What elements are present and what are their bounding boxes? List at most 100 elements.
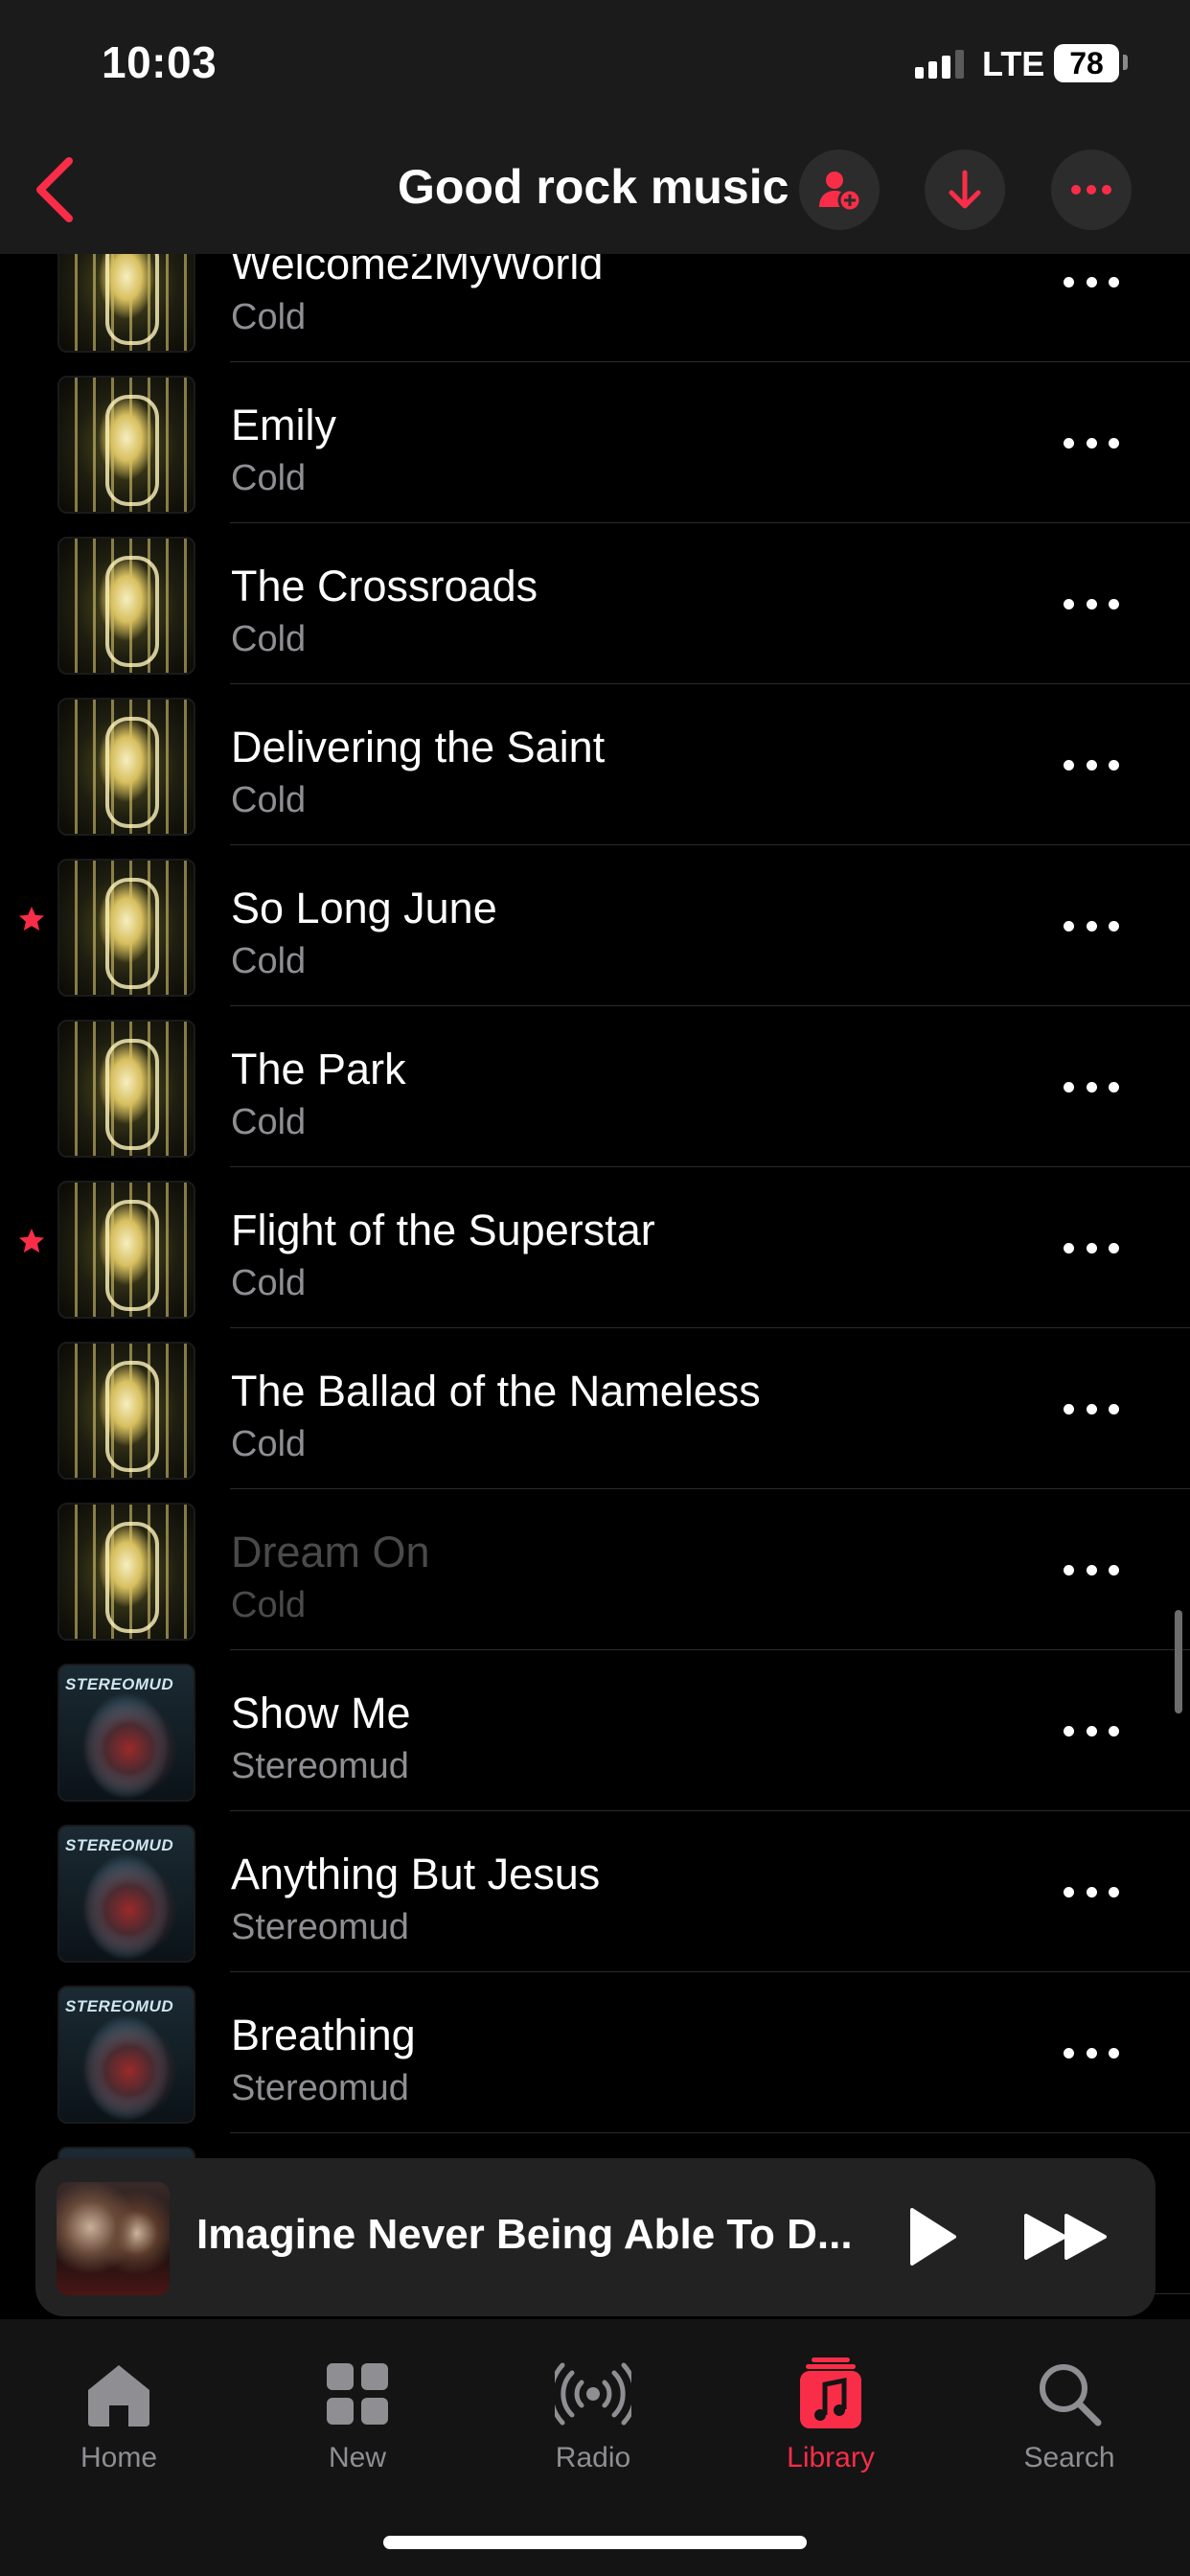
ellipsis-icon — [1109, 1403, 1119, 1414]
album-artwork-text: STEREOMUD — [65, 1675, 174, 1693]
tab-home[interactable]: Home — [23, 2356, 215, 2474]
house-icon — [88, 2365, 149, 2426]
track-list[interactable]: Welcome2MyWorld Cold Emily Cold The Crossroa… — [0, 201, 1190, 2294]
track-row[interactable]: STEREOMUD Show Me Stereomud — [0, 1650, 1190, 1811]
ellipsis-icon — [1086, 1081, 1097, 1092]
track-artist: Cold — [231, 1585, 307, 1625]
ellipsis-icon — [1064, 920, 1074, 932]
tab-label: Library — [787, 2442, 875, 2473]
track-more-button[interactable] — [1064, 1232, 1119, 1263]
tab-new[interactable]: New — [262, 2356, 453, 2474]
tab-label: New — [328, 2442, 386, 2473]
track-row[interactable]: The Ballad of the Nameless Cold — [0, 1328, 1190, 1489]
header: 10:03 LTE 78 Good rock music — [0, 0, 1190, 254]
track-title: Flight of the Superstar — [231, 1206, 655, 1254]
ellipsis-icon — [1064, 759, 1074, 770]
album-artwork — [57, 1020, 195, 1158]
download-button[interactable] — [925, 150, 1005, 230]
track-more-button[interactable] — [1064, 1715, 1119, 1746]
track-artist: Cold — [231, 1424, 307, 1464]
ellipsis-icon — [1064, 1564, 1074, 1576]
track-more-button[interactable] — [1064, 1393, 1119, 1424]
track-artist: Stereomud — [231, 1746, 409, 1786]
track-artist: Cold — [231, 780, 307, 820]
tab-label: Radio — [555, 2442, 631, 2473]
track-artist: Cold — [231, 941, 307, 981]
track-more-button[interactable] — [1064, 1071, 1119, 1102]
ellipsis-icon — [1086, 1886, 1097, 1898]
album-artwork — [57, 1342, 195, 1480]
tab-radio[interactable]: Radio — [497, 2356, 689, 2474]
ellipsis-icon — [1086, 1403, 1097, 1414]
ellipsis-icon — [1109, 1886, 1119, 1898]
ellipsis-icon — [1071, 185, 1111, 195]
ellipsis-icon — [1064, 1886, 1074, 1898]
back-button[interactable] — [29, 151, 86, 228]
ellipsis-icon — [1109, 437, 1119, 448]
battery-level: 78 — [1054, 44, 1119, 82]
now-playing-artwork[interactable] — [57, 2182, 170, 2295]
screen: Welcome2MyWorld Cold Emily Cold The Crossroa… — [0, 0, 1190, 2576]
track-title: So Long June — [231, 884, 497, 932]
page-title: Good rock music — [398, 160, 790, 214]
tab-search[interactable]: Search — [973, 2356, 1165, 2474]
track-artist: Cold — [231, 1102, 307, 1142]
ellipsis-icon — [1109, 1242, 1119, 1254]
track-row[interactable]: So Long June Cold — [0, 845, 1190, 1006]
ellipsis-icon — [1109, 1081, 1119, 1092]
track-artist: Cold — [231, 297, 307, 337]
music-note-icon — [800, 2358, 861, 2428]
track-row[interactable]: STEREOMUD Breathing Stereomud — [0, 1972, 1190, 2133]
magnifier-icon — [1040, 2364, 1102, 2426]
play-button[interactable] — [893, 2198, 970, 2275]
arrow-down-icon — [949, 170, 981, 209]
track-more-button[interactable] — [1064, 749, 1119, 780]
track-more-button[interactable] — [1064, 1876, 1119, 1907]
track-title: The Park — [231, 1045, 406, 1093]
track-row[interactable]: The Crossroads Cold — [0, 523, 1190, 684]
more-options-button[interactable] — [1051, 150, 1132, 230]
home-indicator[interactable] — [383, 2536, 807, 2549]
ellipsis-icon — [1086, 437, 1097, 448]
ellipsis-icon — [1109, 276, 1119, 288]
mini-player[interactable]: Imagine Never Being Able To D... — [35, 2158, 1156, 2316]
track-more-button[interactable] — [1064, 266, 1119, 297]
track-row[interactable]: Dream On Cold — [0, 1489, 1190, 1650]
ellipsis-icon — [1064, 1403, 1074, 1414]
track-row[interactable]: Emily Cold — [0, 362, 1190, 523]
ellipsis-icon — [1064, 1242, 1074, 1254]
album-artwork-text: STEREOMUD — [65, 1836, 174, 1854]
track-artist: Stereomud — [231, 2068, 409, 2108]
track-more-button[interactable] — [1064, 910, 1119, 941]
ellipsis-icon — [1086, 598, 1097, 610]
now-playing-title[interactable]: Imagine Never Being Able To D... — [196, 2211, 853, 2259]
ellipsis-icon — [1086, 759, 1097, 770]
album-artwork — [57, 376, 195, 514]
ellipsis-icon — [1086, 276, 1097, 288]
track-title: Show Me — [231, 1689, 411, 1737]
album-artwork — [57, 698, 195, 836]
ellipsis-icon — [1064, 437, 1074, 448]
add-collaborator-button[interactable] — [799, 150, 880, 230]
track-row[interactable]: Delivering the Saint Cold — [0, 684, 1190, 845]
scroll-indicator[interactable] — [1175, 1610, 1182, 1714]
skip-forward-button[interactable] — [1020, 2198, 1116, 2275]
ellipsis-icon — [1086, 1242, 1097, 1254]
track-more-button[interactable] — [1064, 588, 1119, 619]
ellipsis-icon — [1064, 2047, 1074, 2058]
track-more-button[interactable] — [1064, 1554, 1119, 1585]
album-artwork: STEREOMUD — [57, 1664, 195, 1802]
fast-forward-icon — [1024, 2214, 1107, 2260]
track-row[interactable]: Flight of the Superstar Cold — [0, 1167, 1190, 1328]
play-icon — [910, 2208, 956, 2266]
track-more-button[interactable] — [1064, 2037, 1119, 2068]
track-title: Delivering the Saint — [231, 723, 606, 771]
album-artwork: STEREOMUD — [57, 1825, 195, 1963]
ellipsis-icon — [1064, 1081, 1074, 1092]
track-row[interactable]: STEREOMUD Anything But Jesus Stereomud — [0, 1811, 1190, 1972]
ellipsis-icon — [1109, 920, 1119, 932]
track-row[interactable]: The Park Cold — [0, 1006, 1190, 1167]
tab-library[interactable]: Library — [735, 2356, 927, 2474]
track-more-button[interactable] — [1064, 427, 1119, 458]
grid-icon — [327, 2363, 388, 2425]
